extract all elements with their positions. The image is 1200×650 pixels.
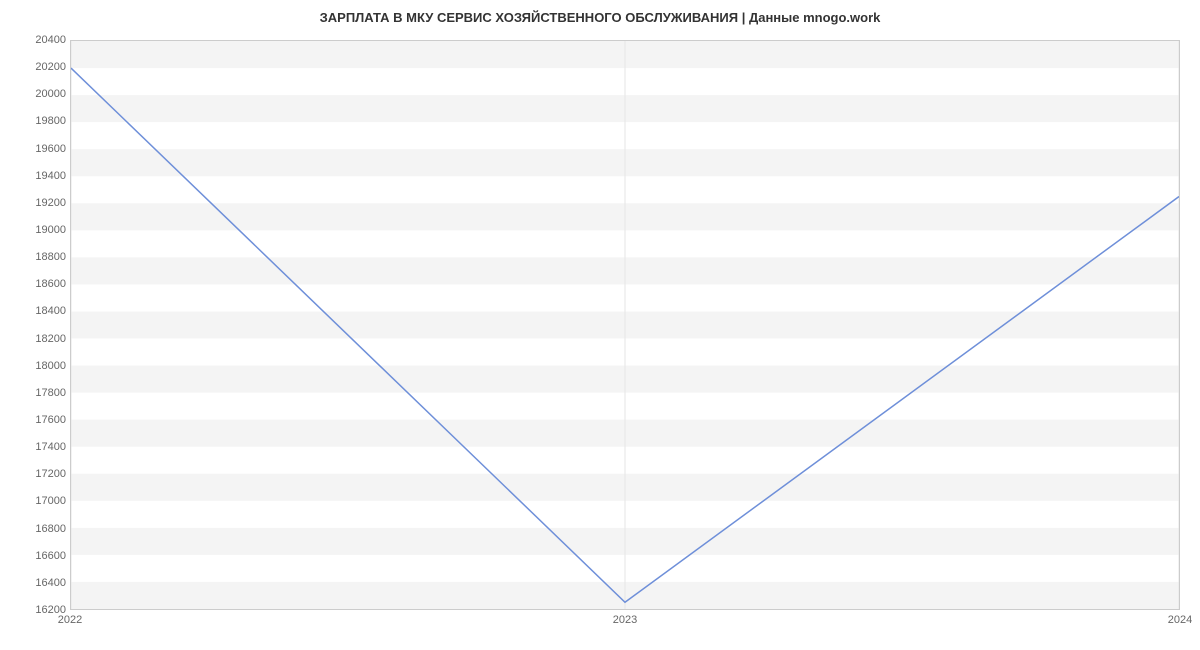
- y-tick-label: 20400: [6, 34, 66, 46]
- y-tick-label: 19200: [6, 197, 66, 209]
- y-tick-label: 17800: [6, 387, 66, 399]
- y-tick-label: 18200: [6, 333, 66, 345]
- y-tick-label: 17600: [6, 414, 66, 426]
- y-tick-label: 19400: [6, 170, 66, 182]
- chart-container: ЗАРПЛАТА В МКУ СЕРВИС ХОЗЯЙСТВЕННОГО ОБС…: [0, 0, 1200, 650]
- y-tick-label: 18000: [6, 360, 66, 372]
- y-tick-label: 16600: [6, 550, 66, 562]
- x-tick-label: 2022: [58, 614, 82, 626]
- y-tick-label: 16400: [6, 577, 66, 589]
- y-tick-label: 19800: [6, 115, 66, 127]
- y-tick-label: 16800: [6, 523, 66, 535]
- y-tick-label: 18400: [6, 305, 66, 317]
- y-tick-label: 19000: [6, 224, 66, 236]
- x-tick-label: 2024: [1168, 614, 1192, 626]
- plot-svg: [71, 41, 1179, 609]
- x-tick-label: 2023: [613, 614, 637, 626]
- y-tick-label: 18600: [6, 278, 66, 290]
- plot-area: [70, 40, 1180, 610]
- y-tick-label: 18800: [6, 251, 66, 263]
- chart-title: ЗАРПЛАТА В МКУ СЕРВИС ХОЗЯЙСТВЕННОГО ОБС…: [0, 10, 1200, 25]
- y-tick-label: 17000: [6, 495, 66, 507]
- y-tick-label: 17400: [6, 441, 66, 453]
- y-tick-label: 20000: [6, 88, 66, 100]
- y-tick-label: 19600: [6, 143, 66, 155]
- y-tick-label: 20200: [6, 61, 66, 73]
- y-tick-label: 17200: [6, 468, 66, 480]
